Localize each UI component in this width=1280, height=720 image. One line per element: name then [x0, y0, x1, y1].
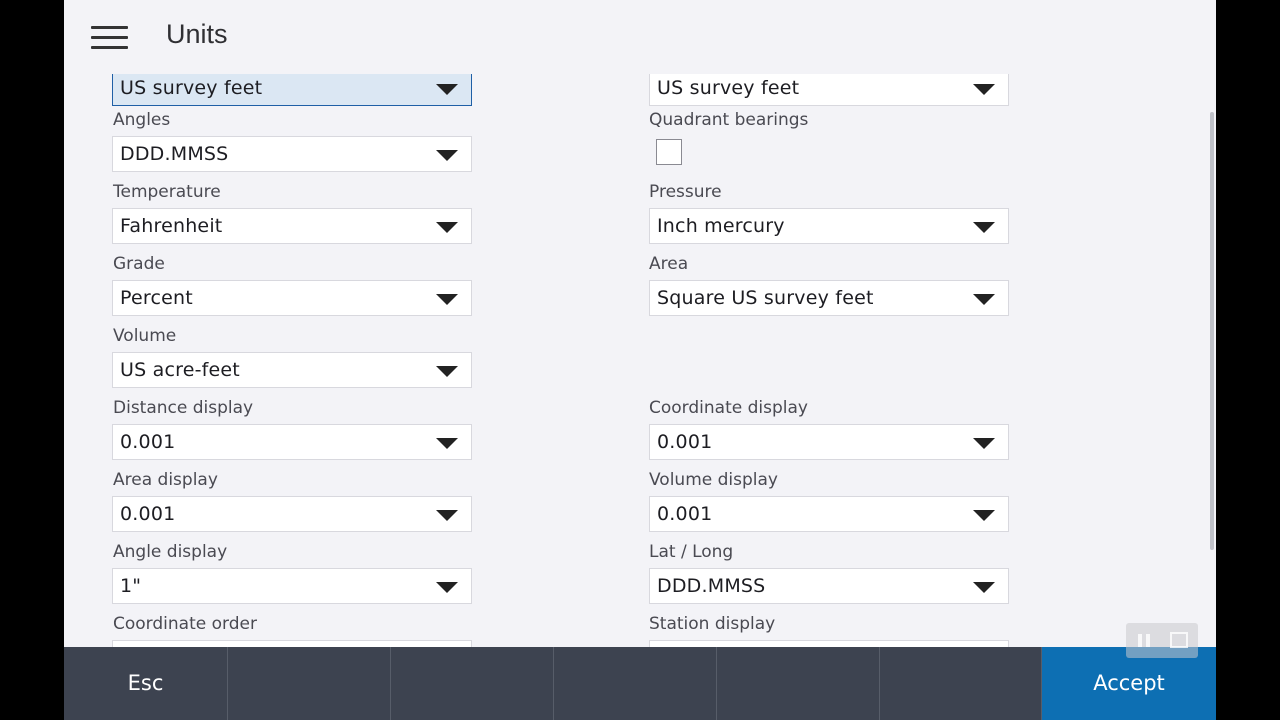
chevron-down-icon [436, 150, 458, 161]
angles-select-value: DDD.MMSS [120, 143, 229, 165]
chevron-down-icon [973, 222, 995, 233]
coordinate-order-label: Coordinate order [113, 614, 257, 634]
area-display-value: 0.001 [120, 503, 176, 525]
area-select[interactable]: Square US survey feet [649, 280, 1009, 316]
softkey-3[interactable] [391, 647, 554, 720]
volume-display-select[interactable]: 0.001 [649, 496, 1009, 532]
scrollbar[interactable] [1210, 112, 1214, 550]
chevron-down-icon [436, 84, 458, 95]
menu-icon-line [91, 46, 128, 49]
volume-select[interactable]: US acre-feet [112, 352, 472, 388]
area-select-value: Square US survey feet [657, 287, 874, 309]
lat-long-label: Lat / Long [649, 542, 734, 562]
temperature-select-value: Fahrenheit [120, 215, 223, 237]
angle-display-value: 1" [120, 575, 142, 597]
quadrant-bearings-checkbox[interactable] [656, 139, 682, 165]
picture-in-picture-icon[interactable] [1170, 632, 1188, 648]
units-screen: Units US survey feet US survey feet Angl… [64, 0, 1216, 720]
footer-toolbar: Esc Accept [64, 647, 1216, 720]
coordinate-display-label: Coordinate display [649, 398, 808, 418]
chevron-down-icon [973, 510, 995, 521]
distance-select-value: US survey feet [120, 77, 263, 99]
distance-select-right-value: US survey feet [657, 77, 800, 99]
softkey-2[interactable] [228, 647, 391, 720]
volume-display-label: Volume display [649, 470, 778, 490]
volume-display-value: 0.001 [657, 503, 713, 525]
grade-select-value: Percent [120, 287, 193, 309]
softkey-5[interactable] [717, 647, 880, 720]
station-display-select[interactable] [649, 640, 1009, 647]
chevron-down-icon [436, 366, 458, 377]
pressure-select[interactable]: Inch mercury [649, 208, 1009, 244]
chevron-down-icon [973, 582, 995, 593]
distance-select-right[interactable]: US survey feet [649, 74, 1009, 106]
coordinate-order-select[interactable] [112, 640, 472, 647]
accept-button-label: Accept [1093, 671, 1165, 695]
esc-button[interactable]: Esc [64, 647, 228, 720]
chevron-down-icon [436, 438, 458, 449]
esc-button-label: Esc [127, 671, 164, 695]
volume-select-value: US acre-feet [120, 359, 240, 381]
softkey-6[interactable] [880, 647, 1042, 720]
pause-icon[interactable] [1138, 634, 1152, 647]
header-bar: Units [64, 0, 1216, 74]
video-controls-overlay[interactable] [1126, 623, 1198, 658]
area-display-select[interactable]: 0.001 [112, 496, 472, 532]
chevron-down-icon [973, 84, 995, 95]
lat-long-select[interactable]: DDD.MMSS [649, 568, 1009, 604]
angles-select[interactable]: DDD.MMSS [112, 136, 472, 172]
menu-icon-line [91, 36, 128, 39]
volume-label: Volume [113, 326, 177, 346]
menu-icon-line [91, 26, 128, 29]
area-display-label: Area display [113, 470, 218, 490]
chevron-down-icon [436, 510, 458, 521]
chevron-down-icon [973, 294, 995, 305]
grade-label: Grade [113, 254, 165, 274]
distance-display-select[interactable]: 0.001 [112, 424, 472, 460]
angle-display-label: Angle display [113, 542, 228, 562]
temperature-select[interactable]: Fahrenheit [112, 208, 472, 244]
quadrant-bearings-label: Quadrant bearings [649, 110, 809, 130]
station-display-label: Station display [649, 614, 776, 634]
angle-display-select[interactable]: 1" [112, 568, 472, 604]
distance-select[interactable]: US survey feet [112, 74, 472, 106]
area-label: Area [649, 254, 689, 274]
pressure-label: Pressure [649, 182, 722, 202]
lat-long-value: DDD.MMSS [657, 575, 766, 597]
chevron-down-icon [436, 222, 458, 233]
chevron-down-icon [973, 438, 995, 449]
menu-icon[interactable] [91, 26, 129, 50]
temperature-label: Temperature [113, 182, 221, 202]
softkey-4[interactable] [554, 647, 717, 720]
chevron-down-icon [436, 582, 458, 593]
grade-select[interactable]: Percent [112, 280, 472, 316]
angles-label: Angles [113, 110, 171, 130]
coordinate-display-value: 0.001 [657, 431, 713, 453]
distance-display-label: Distance display [113, 398, 254, 418]
distance-display-value: 0.001 [120, 431, 176, 453]
pressure-select-value: Inch mercury [657, 215, 785, 237]
units-form[interactable]: US survey feet US survey feet Angles DDD… [64, 74, 1216, 647]
chevron-down-icon [436, 294, 458, 305]
coordinate-display-select[interactable]: 0.001 [649, 424, 1009, 460]
page-title: Units [166, 19, 228, 49]
